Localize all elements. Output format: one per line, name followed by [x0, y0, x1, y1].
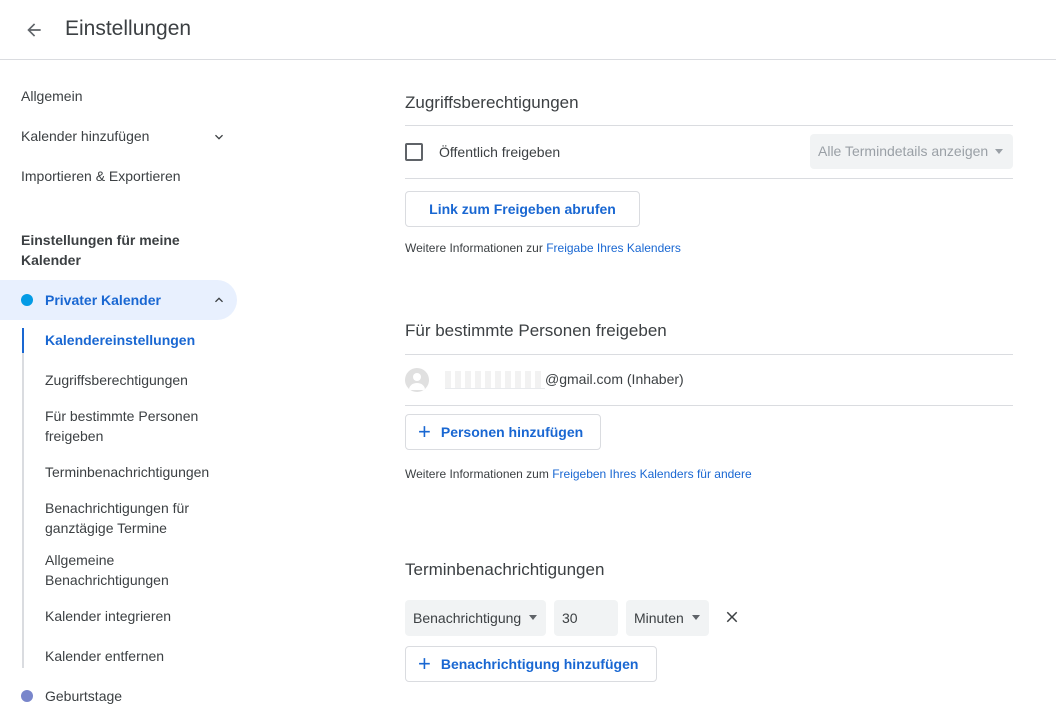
access-section-title: Zugriffsberechtigungen	[405, 93, 579, 112]
public-share-label: Öffentlich freigeben	[439, 144, 561, 160]
calendar-color-dot	[21, 690, 33, 702]
back-button[interactable]	[14, 10, 54, 50]
notification-unit-select[interactable]: Minuten	[626, 600, 709, 636]
close-icon[interactable]	[723, 608, 741, 626]
add-notification-button[interactable]: + Benachrichtigung hinzufügen	[405, 646, 657, 682]
person-icon	[409, 373, 425, 390]
my-calendars-heading: Einstellungen für meine Kalender	[21, 232, 180, 268]
calendar-label: Geburtstage	[45, 688, 123, 704]
nav-add-calendar[interactable]: Kalender hinzufügen	[21, 126, 149, 146]
calendar-label: Privater Kalender	[45, 292, 161, 308]
plus-icon: +	[418, 651, 431, 676]
sub-item-access-permissions[interactable]: Zugriffsberechtigungen	[45, 370, 225, 390]
sub-item-event-notifications[interactable]: Terminbenachrichtigungen	[45, 462, 225, 482]
notification-type-select[interactable]: Benachrichtigung	[405, 600, 546, 636]
app-header: Einstellungen	[0, 0, 1056, 60]
sub-item-general-notifications[interactable]: Allgemeine Benachrichtigungen	[45, 550, 225, 590]
owner-email: @gmail.com (Inhaber)	[545, 371, 684, 387]
arrow-back-icon	[27, 23, 41, 37]
calendar-color-dot	[21, 294, 33, 306]
chevron-down-icon[interactable]	[211, 129, 227, 145]
dropdown-caret-icon	[995, 149, 1003, 154]
chevron-up-icon[interactable]	[211, 292, 227, 308]
access-info-link[interactable]: Freigabe Ihres Kalenders	[546, 241, 681, 255]
share-info-link[interactable]: Freigeben Ihres Kalenders für andere	[552, 467, 751, 481]
divider	[405, 125, 1013, 126]
get-share-link-button[interactable]: Link zum Freigeben abrufen	[405, 191, 640, 227]
sub-item-integrate-calendar[interactable]: Kalender integrieren	[45, 606, 225, 626]
nav-import-export[interactable]: Importieren & Exportieren	[21, 166, 181, 186]
notification-amount-input[interactable]: 30	[554, 600, 618, 636]
details-select-value: Alle Termindetails anzeigen	[818, 143, 989, 159]
settings-main: Zugriffsberechtigungen Öffentlich freige…	[405, 61, 1013, 727]
plus-icon: +	[418, 419, 431, 444]
notification-unit-value: Minuten	[634, 610, 684, 626]
notification-type-value: Benachrichtigung	[413, 610, 522, 626]
dropdown-caret-icon	[692, 615, 700, 620]
calendar-item-birthdays[interactable]: Geburtstage	[0, 676, 237, 716]
divider	[405, 405, 1013, 406]
divider	[405, 354, 1013, 355]
sub-item-share-with-people[interactable]: Für bestimmte Personen freigeben	[45, 406, 225, 446]
share-info: Weitere Informationen zum Freigeben Ihre…	[405, 467, 752, 481]
submenu-active-indicator	[22, 328, 24, 353]
submenu-rail	[22, 328, 24, 668]
sub-item-calendar-settings[interactable]: Kalendereinstellungen	[45, 330, 225, 350]
notification-amount-value: 30	[562, 610, 578, 626]
add-people-label: Personen hinzufügen	[440, 424, 584, 440]
calendar-item-private[interactable]: Privater Kalender	[0, 280, 237, 320]
settings-sidebar: Allgemein Kalender hinzufügen Importiere…	[0, 61, 240, 727]
add-people-button[interactable]: + Personen hinzufügen	[405, 414, 601, 450]
details-select: Alle Termindetails anzeigen	[810, 134, 1013, 169]
public-share-checkbox[interactable]	[405, 143, 423, 161]
sub-item-allday-notifications[interactable]: Benachrichtigungen für ganztägige Termin…	[45, 498, 225, 538]
dropdown-caret-icon	[529, 615, 537, 620]
nav-general[interactable]: Allgemein	[21, 86, 82, 106]
divider	[405, 178, 1013, 179]
sub-item-remove-calendar[interactable]: Kalender entfernen	[45, 646, 225, 666]
page-title: Einstellungen	[65, 17, 192, 40]
share-section-title: Für bestimmte Personen freigeben	[405, 321, 667, 340]
redacted-email-prefix	[445, 371, 545, 389]
add-notification-label: Benachrichtigung hinzufügen	[440, 656, 639, 672]
avatar	[405, 368, 429, 392]
access-info: Weitere Informationen zur Freigabe Ihres…	[405, 241, 681, 255]
notifications-section-title: Terminbenachrichtigungen	[405, 560, 605, 579]
